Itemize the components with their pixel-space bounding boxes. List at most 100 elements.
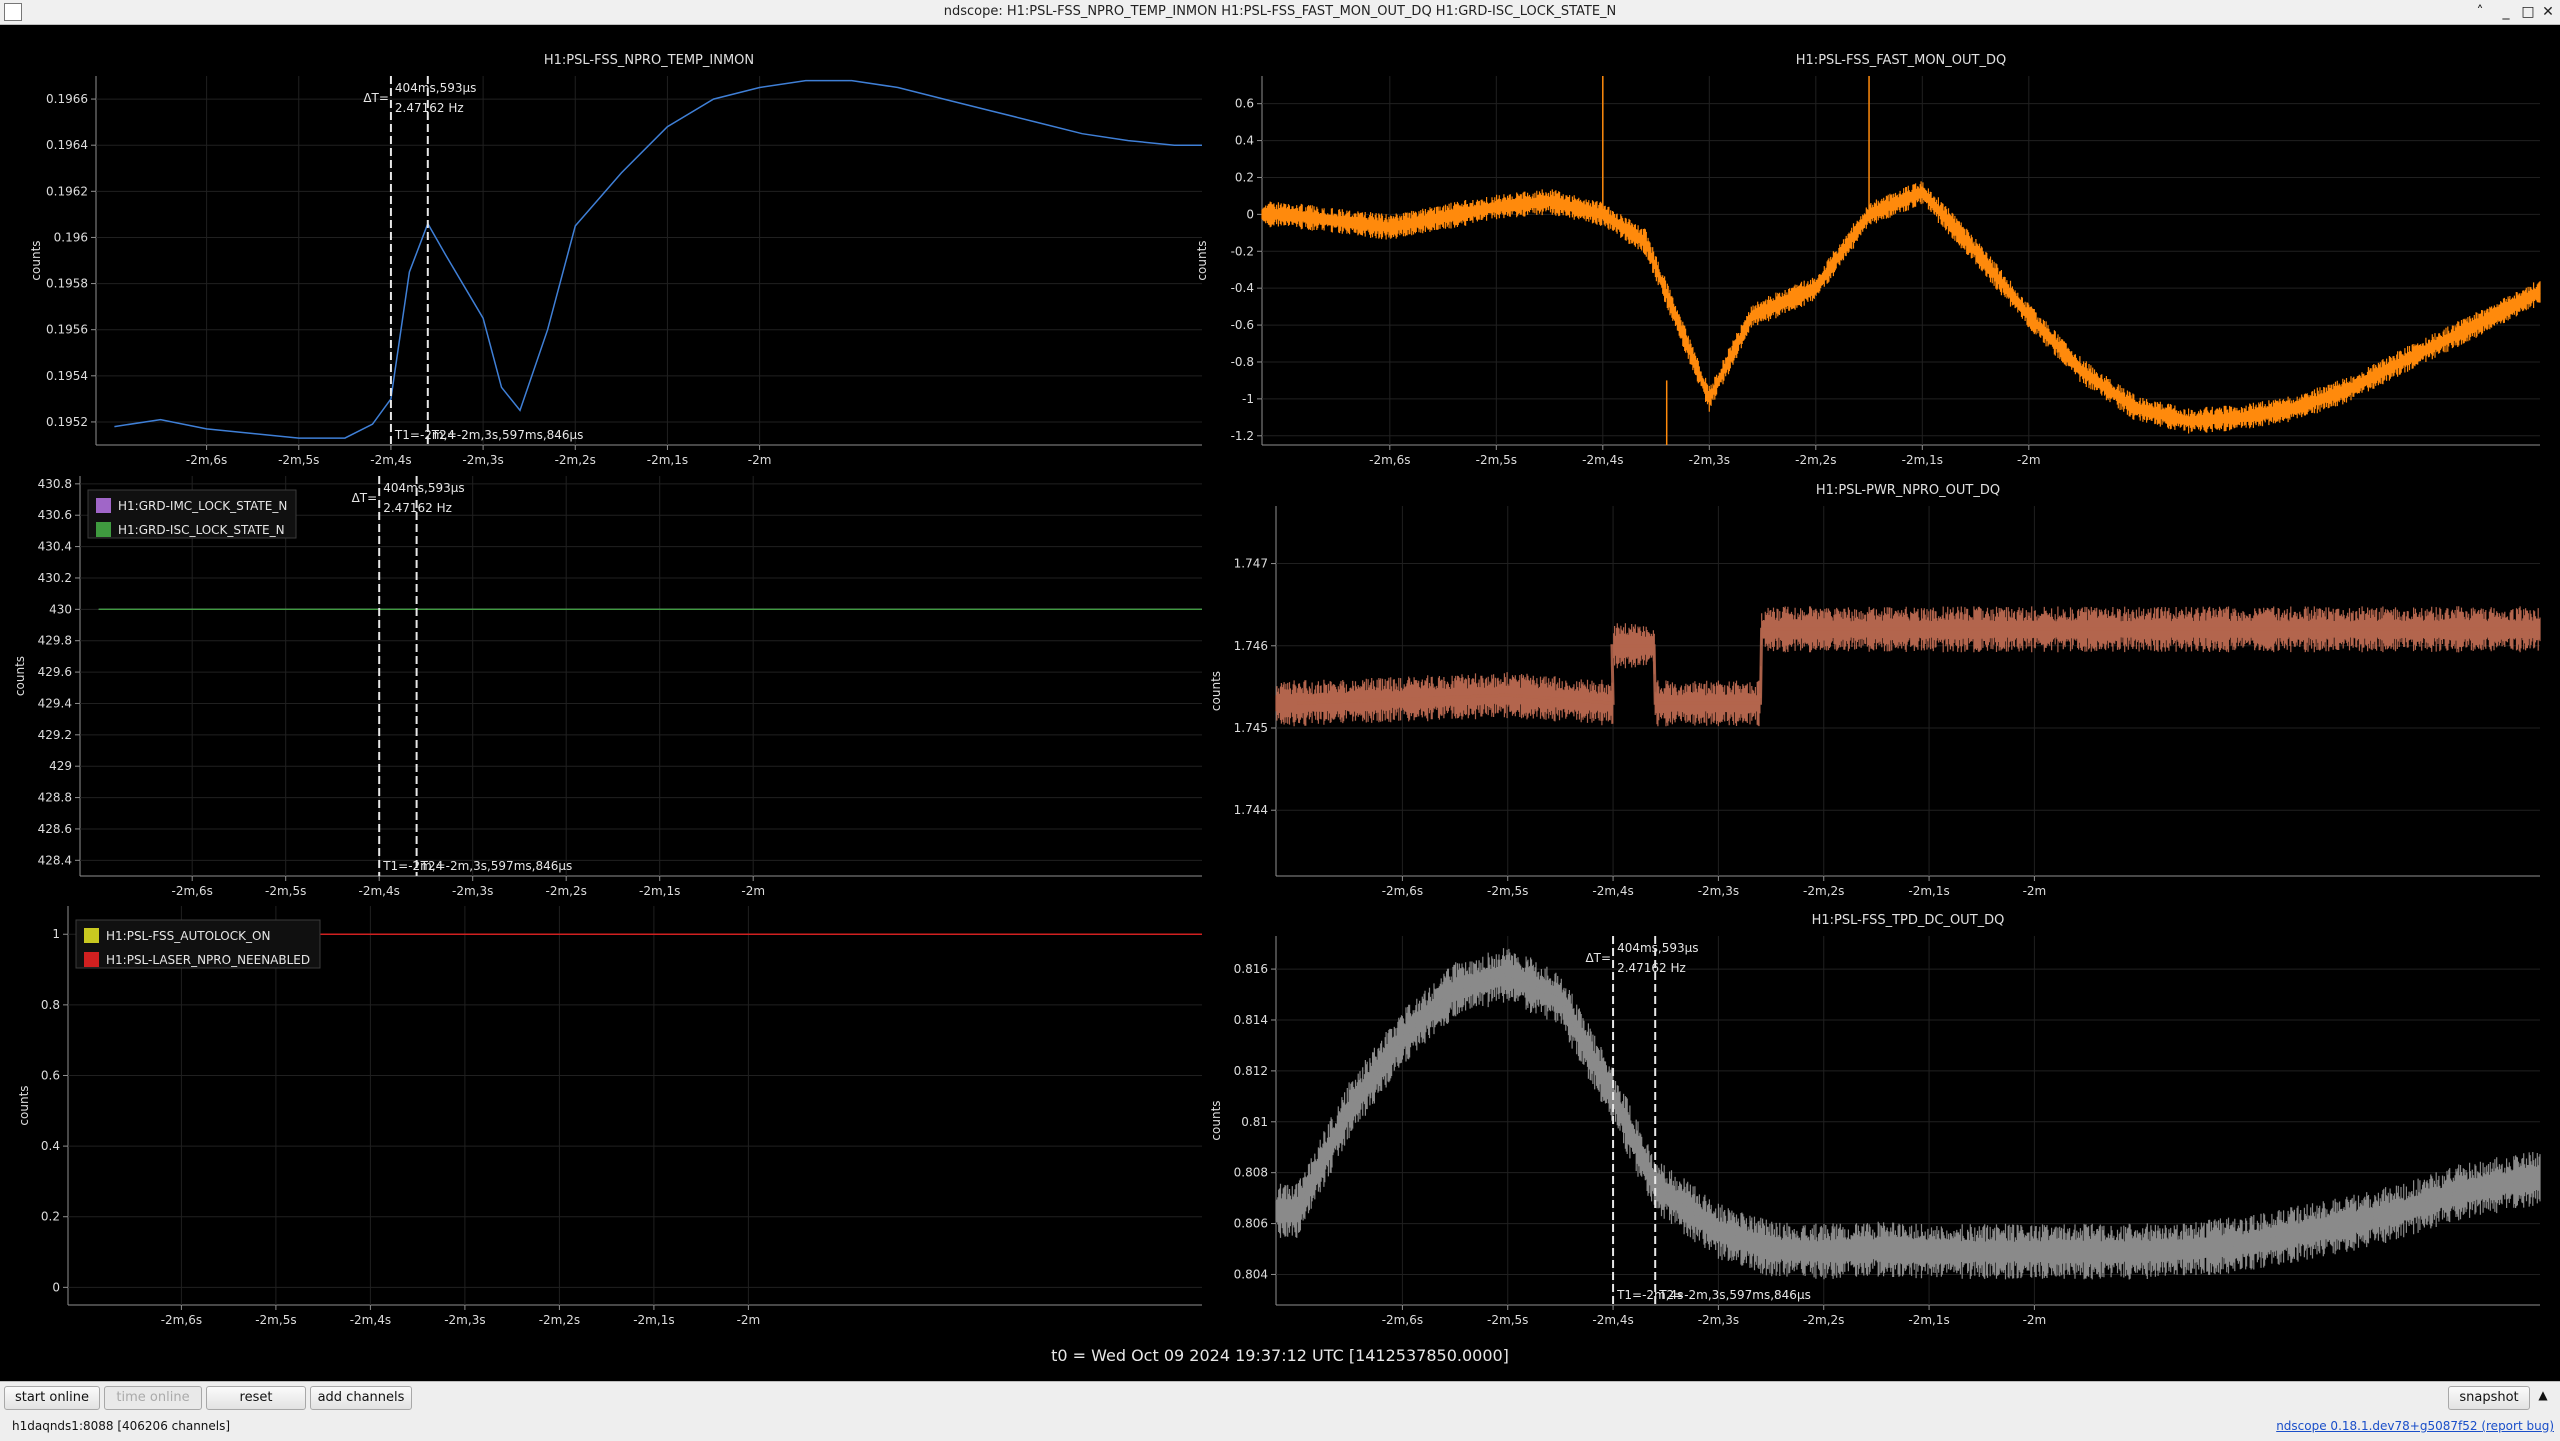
y-tick-label: 0.1964 xyxy=(46,138,88,152)
y-tick-label: 0.196 xyxy=(54,230,88,244)
y-tick-label: 0.4 xyxy=(41,1139,60,1153)
plot-title: H1:PSL-FSS_FAST_MON_OUT_DQ xyxy=(1796,53,2006,68)
window-title: ndscope: H1:PSL-FSS_NPRO_TEMP_INMON H1:P… xyxy=(943,4,1617,19)
y-tick-label: 429 xyxy=(49,759,72,773)
y-tick-label: 430.6 xyxy=(38,508,72,522)
cursor-freq-label: 2.47162 Hz xyxy=(1617,961,1686,975)
x-tick-label: -2m,3s xyxy=(1698,1313,1739,1327)
time-online-button[interactable]: time online xyxy=(104,1386,202,1410)
x-tick-label: -2m,5s xyxy=(1487,1313,1528,1327)
x-tick-label: -2m,4s xyxy=(350,1313,391,1327)
x-tick-label: -2m,6s xyxy=(186,453,227,467)
snapshot-button[interactable]: snapshot xyxy=(2448,1386,2530,1410)
y-tick-label: 430.8 xyxy=(38,477,72,491)
add-channels-button[interactable]: add channels xyxy=(310,1386,412,1410)
legend-swatch xyxy=(96,522,111,537)
x-tick-label: -2m,3s xyxy=(1689,453,1730,467)
start-online-button[interactable]: start online xyxy=(4,1386,100,1410)
y-tick-label: 1.744 xyxy=(1234,803,1268,817)
plot-panel-2: H1:PSL-FSS_FAST_MON_OUT_DQcounts -2m,6s -2… xyxy=(1195,53,2541,467)
x-tick-label: -2m,4s xyxy=(1582,453,1623,467)
plot-title: H1:PSL-FSS_NPRO_TEMP_INMON xyxy=(544,53,754,68)
y-tick-label: 1.746 xyxy=(1234,639,1268,653)
y-tick-label: 0.1962 xyxy=(46,184,88,198)
y-tick-label: 0.814 xyxy=(1234,1013,1268,1027)
minimize-window-icon[interactable]: _ xyxy=(2496,2,2516,22)
y-tick-label: 429.4 xyxy=(38,696,72,710)
window-titlebar: ndscope: H1:PSL-FSS_NPRO_TEMP_INMON H1:P… xyxy=(0,0,2560,25)
y-tick-label: -0.4 xyxy=(1231,281,1254,295)
y-tick-label: 428.4 xyxy=(38,853,72,867)
plot-title: H1:PSL-FSS_TPD_DC_OUT_DQ xyxy=(1812,913,2005,928)
plot-panel-5: counts -2m,6s -2m,5s -2m,4s -2m,3s -2m,2s -2m,… xyxy=(17,906,1202,1327)
report-bug-link[interactable]: (report bug) xyxy=(2481,1419,2554,1433)
bottom-toolbar: start online time online reset add chann… xyxy=(0,1381,2560,1441)
y-tick-label: 429.6 xyxy=(38,665,72,679)
x-tick-label: -2m,6s xyxy=(1382,884,1423,898)
t0-label: t0 = Wed Oct 09 2024 19:37:12 UTC [14125… xyxy=(1051,1346,1509,1365)
x-tick-label: -2m xyxy=(741,884,765,898)
y-tick-label: 1.747 xyxy=(1234,557,1268,571)
x-tick-label: -2m,3s xyxy=(444,1313,485,1327)
shade-window-icon[interactable]: ˄ xyxy=(2470,2,2490,22)
x-tick-label: -2m xyxy=(748,453,772,467)
x-tick-label: -2m,2s xyxy=(1795,453,1836,467)
x-tick-label: -2m,5s xyxy=(278,453,319,467)
y-tick-label: 1 xyxy=(52,927,60,941)
y-tick-label: 0.806 xyxy=(1234,1217,1268,1231)
cursor-dt-label: 404ms,593µs xyxy=(1617,941,1698,955)
series-band xyxy=(1275,948,2541,1280)
x-tick-label: -2m,3s xyxy=(452,884,493,898)
x-tick-label: -2m,1s xyxy=(647,453,688,467)
cursor-t2-label: T2=-2m,3s,597ms,846µs xyxy=(431,428,584,442)
y-axis-label: counts xyxy=(13,656,27,696)
x-tick-label: -2m xyxy=(737,1313,761,1327)
series-line xyxy=(114,79,1202,439)
plot-grid[interactable]: H1:PSL-FSS_NPRO_TEMP_INMONcounts -2m,6s -2… xyxy=(0,25,2560,1340)
x-tick-label: -2m,1s xyxy=(1908,884,1949,898)
x-tick-label: -2m,3s xyxy=(462,453,503,467)
close-window-icon[interactable]: ✕ xyxy=(2538,2,2558,22)
plot-panel-1: H1:PSL-FSS_NPRO_TEMP_INMONcounts -2m,6s -2… xyxy=(29,53,1202,467)
y-tick-label: 0.2 xyxy=(1235,170,1254,184)
chevron-up-icon[interactable]: ▲ xyxy=(2534,1388,2552,1406)
y-tick-label: 0.1966 xyxy=(46,92,88,106)
x-tick-label: -2m,5s xyxy=(1487,884,1528,898)
y-tick-label: -0.6 xyxy=(1231,318,1254,332)
cursor-dt-prefix: ΔT= xyxy=(1585,951,1611,965)
y-tick-label: 0.1958 xyxy=(46,277,88,291)
y-tick-label: 0.804 xyxy=(1234,1267,1268,1281)
x-tick-label: -2m,1s xyxy=(1908,1313,1949,1327)
legend-swatch xyxy=(84,928,99,943)
series-band xyxy=(1275,606,2541,727)
y-tick-label: -0.2 xyxy=(1231,244,1254,258)
y-tick-label: 0.1956 xyxy=(46,323,88,337)
maximize-window-icon[interactable]: □ xyxy=(2518,2,2538,22)
y-tick-label: 429.8 xyxy=(38,634,72,648)
y-tick-label: 0.816 xyxy=(1234,962,1268,976)
x-tick-label: -2m,5s xyxy=(255,1313,296,1327)
legend-swatch xyxy=(96,498,111,513)
plot-panel-6: H1:PSL-FSS_TPD_DC_OUT_DQcounts -2m,6s -2m,… xyxy=(1209,913,2541,1327)
x-tick-label: -2m,2s xyxy=(1803,1313,1844,1327)
x-tick-label: -2m,2s xyxy=(555,453,596,467)
version-link[interactable]: ndscope 0.18.1.dev78+g5087f52 (report bu… xyxy=(2276,1419,2554,1433)
y-tick-label: 0.6 xyxy=(1235,97,1254,111)
legend-entry: H1:GRD-IMC_LOCK_STATE_N xyxy=(118,499,287,513)
y-tick-label: 0.2 xyxy=(41,1210,60,1224)
cursor-dt-prefix: ΔT= xyxy=(352,491,378,505)
y-tick-label: -0.8 xyxy=(1231,355,1254,369)
y-tick-label: 430 xyxy=(49,602,72,616)
x-tick-label: -2m,1s xyxy=(1902,453,1943,467)
y-tick-label: 429.2 xyxy=(38,728,72,742)
x-tick-label: -2m xyxy=(2023,1313,2047,1327)
legend-entry: H1:GRD-ISC_LOCK_STATE_N xyxy=(118,523,285,537)
server-status: h1daqnds1:8088 [406206 channels] xyxy=(12,1419,231,1433)
reset-button[interactable]: reset xyxy=(206,1386,306,1410)
cursor-dt-label: 404ms,593µs xyxy=(395,81,476,95)
y-tick-label: 0.812 xyxy=(1234,1064,1268,1078)
y-tick-label: -1 xyxy=(1242,392,1254,406)
x-tick-label: -2m xyxy=(2017,453,2041,467)
y-tick-label: 0.1952 xyxy=(46,415,88,429)
cursor-freq-label: 2.47162 Hz xyxy=(395,101,464,115)
